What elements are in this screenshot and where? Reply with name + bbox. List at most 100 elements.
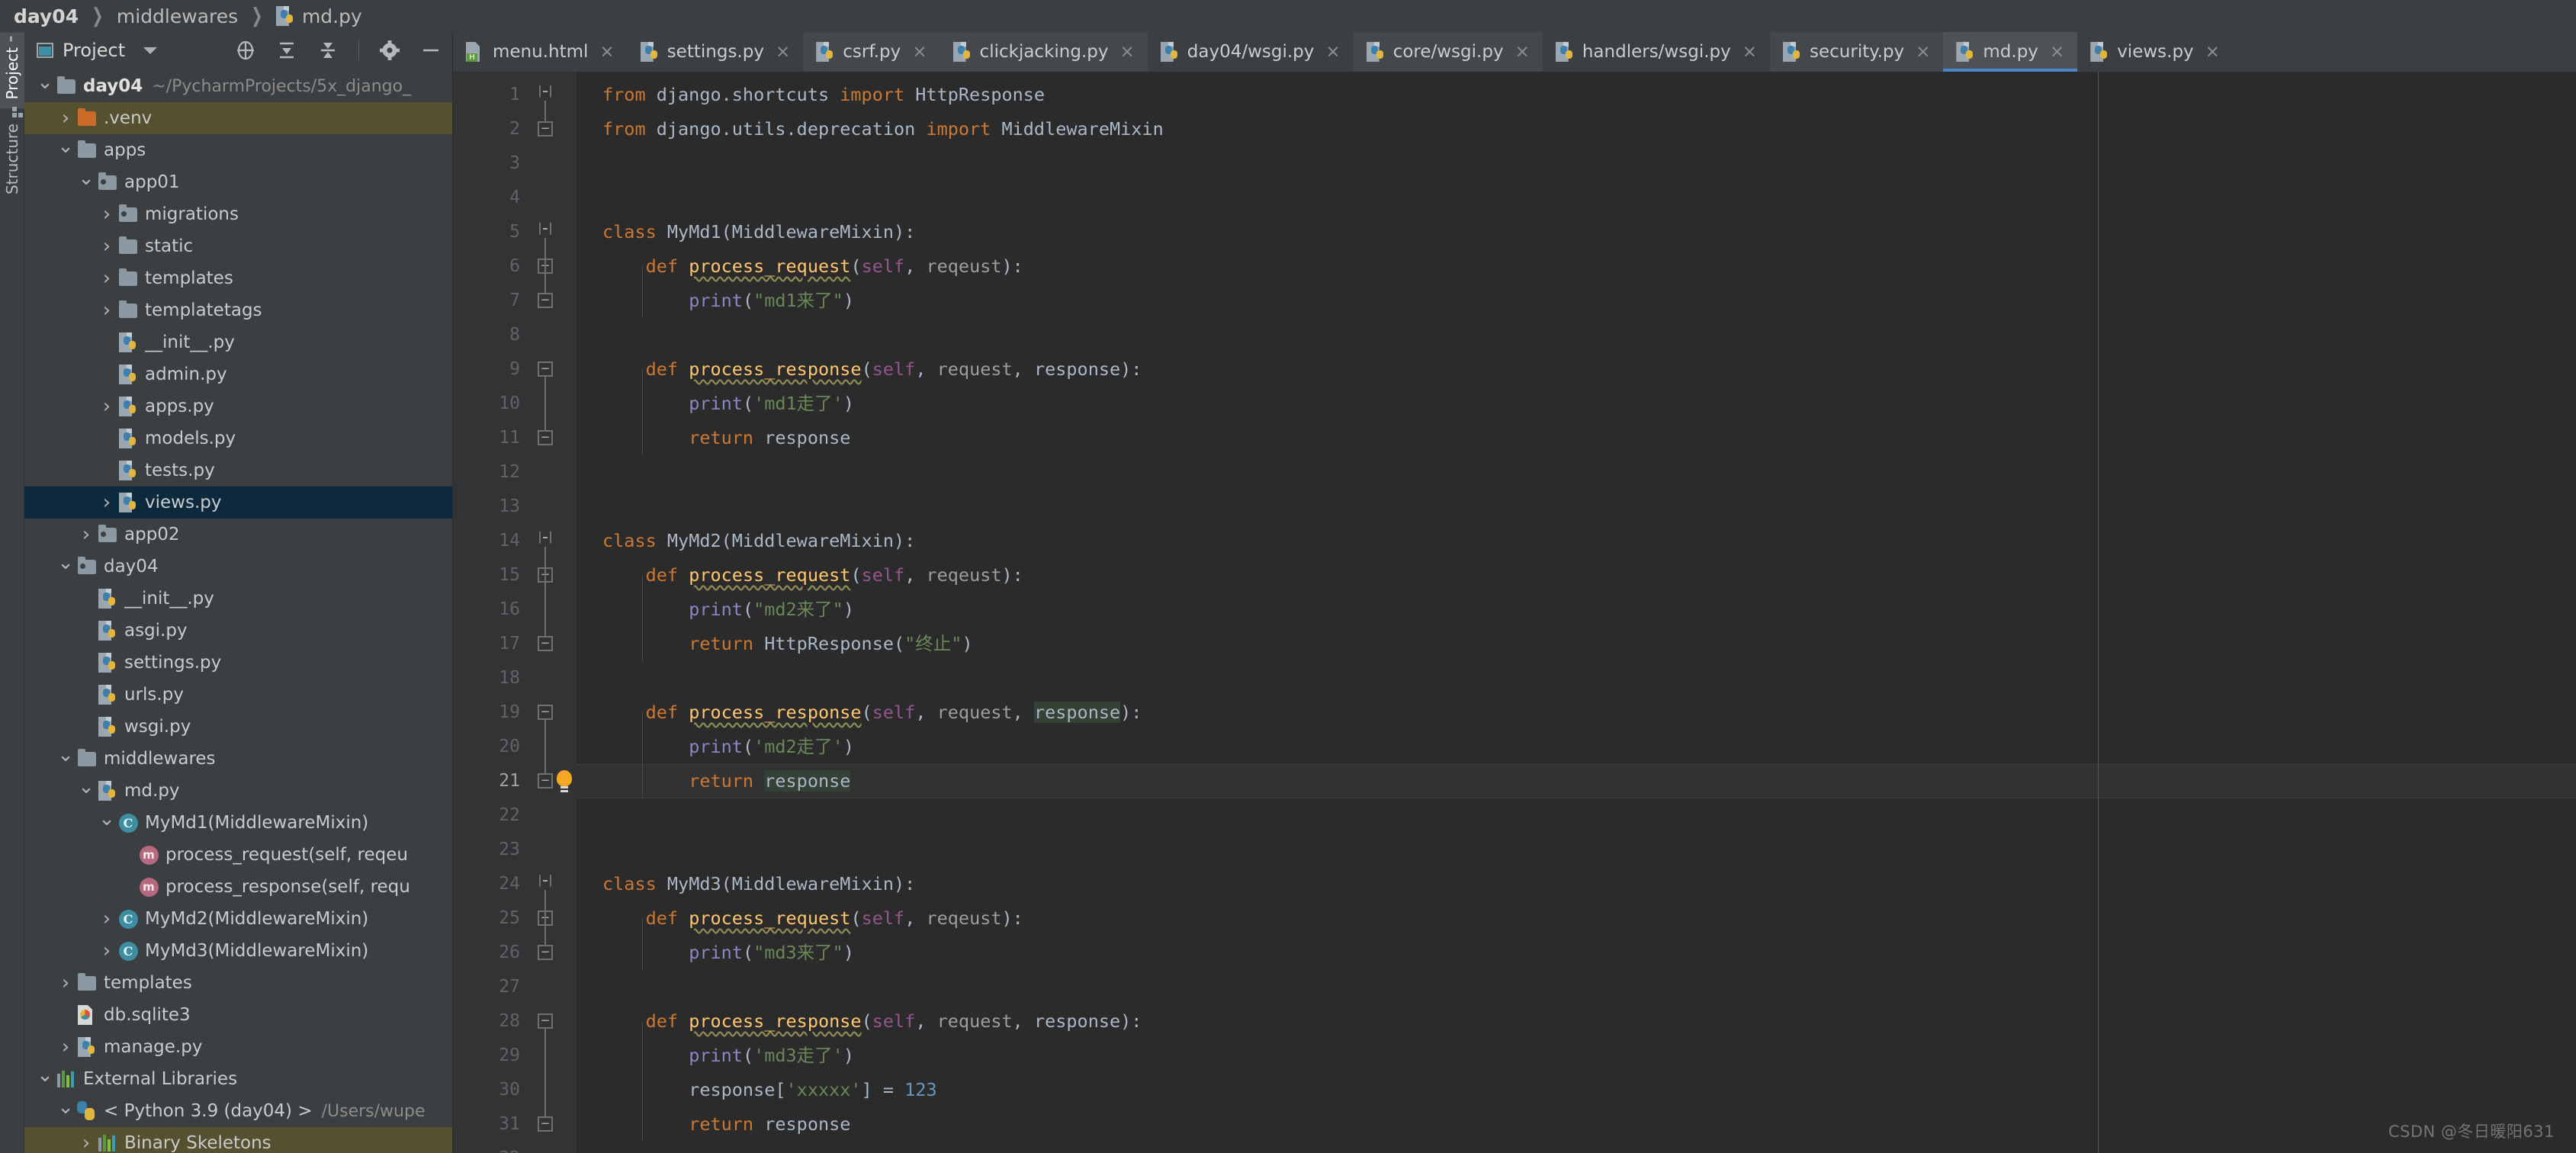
- tree-node-mymd1-middlewaremixin-[interactable]: ⌄CMyMd1(MiddlewareMixin): [24, 807, 452, 839]
- editor-tab-bar[interactable]: Hmenu.html×settings.py×csrf.py×clickjack…: [453, 32, 2576, 72]
- chevron-right-icon[interactable]: ›: [56, 1036, 75, 1058]
- close-icon[interactable]: ×: [1515, 42, 1530, 62]
- tree-node-apps.py[interactable]: ›apps.py: [24, 390, 452, 422]
- chevron-right-icon[interactable]: ›: [56, 972, 75, 994]
- close-icon[interactable]: ×: [1119, 42, 1134, 62]
- code-line[interactable]: [577, 798, 2576, 833]
- code-line[interactable]: print("md2来了"): [577, 593, 2576, 627]
- editor-tab-md.py[interactable]: md.py×: [1943, 32, 2077, 72]
- close-icon[interactable]: ×: [912, 42, 927, 62]
- tree-node-app02[interactable]: ›app02: [24, 519, 452, 551]
- code-content[interactable]: from django.shortcuts import HttpRespons…: [577, 72, 2576, 1153]
- fold-minus-icon[interactable]: −: [538, 773, 553, 788]
- chevron-right-icon[interactable]: ›: [97, 203, 117, 226]
- code-line[interactable]: class MyMd3(MiddlewareMixin):: [577, 867, 2576, 901]
- code-line[interactable]: print('md1走了'): [577, 387, 2576, 421]
- code-line[interactable]: return response: [577, 421, 2576, 455]
- project-tree[interactable]: ⌄day04~/PycharmProjects/5x_django_›.venv…: [24, 69, 452, 1153]
- code-line[interactable]: [577, 181, 2576, 215]
- code-line[interactable]: [577, 970, 2576, 1004]
- code-line[interactable]: class MyMd2(MiddlewareMixin):: [577, 524, 2576, 558]
- chevron-down-icon[interactable]: ⌄: [56, 559, 75, 574]
- editor-tab-csrf.py[interactable]: csrf.py×: [803, 32, 940, 72]
- editor-tab-security.py[interactable]: security.py×: [1770, 32, 1943, 72]
- tree-node-process_response-self--requ[interactable]: mprocess_response(self, requ: [24, 871, 452, 903]
- close-icon[interactable]: ×: [776, 42, 790, 62]
- code-line[interactable]: from django.shortcuts import HttpRespons…: [577, 78, 2576, 112]
- editor-tab-settings.py[interactable]: settings.py×: [628, 32, 804, 72]
- fold-minus-icon[interactable]: −: [538, 1013, 553, 1029]
- code-line[interactable]: print('md2走了'): [577, 730, 2576, 764]
- chevron-right-icon[interactable]: ›: [56, 107, 75, 130]
- chevron-right-icon[interactable]: ›: [97, 267, 117, 290]
- project-selector[interactable]: Project: [37, 40, 157, 61]
- breadcrumb-item-md-py[interactable]: md.py: [276, 5, 362, 27]
- fold-region-start-icon[interactable]: [538, 224, 553, 239]
- chevron-down-icon[interactable]: ⌄: [35, 1071, 55, 1087]
- chevron-down-icon[interactable]: [143, 47, 157, 54]
- tree-node-wsgi.py[interactable]: wsgi.py: [24, 711, 452, 743]
- tree-node-mymd2-middlewaremixin-[interactable]: ›CMyMd2(MiddlewareMixin): [24, 903, 452, 935]
- fold-minus-icon[interactable]: −: [538, 121, 553, 136]
- chevron-down-icon[interactable]: ⌄: [56, 1103, 75, 1119]
- chevron-down-icon[interactable]: ⌄: [56, 751, 75, 766]
- chevron-down-icon[interactable]: ⌄: [97, 815, 117, 830]
- tree-node-__init__.py[interactable]: __init__.py: [24, 583, 452, 615]
- fold-minus-icon[interactable]: −: [538, 636, 553, 651]
- chevron-right-icon[interactable]: ›: [76, 523, 96, 546]
- tree-node-static[interactable]: ›static: [24, 230, 452, 262]
- code-line[interactable]: [577, 833, 2576, 867]
- tree-node-day04[interactable]: ⌄day04: [24, 551, 452, 583]
- tree-node-apps[interactable]: ⌄apps: [24, 134, 452, 166]
- code-line[interactable]: print("md3来了"): [577, 936, 2576, 970]
- editor-tab-views.py[interactable]: views.py×: [2077, 32, 2233, 72]
- fold-minus-icon[interactable]: −: [538, 945, 553, 960]
- tree-node-templates[interactable]: ›templates: [24, 967, 452, 999]
- chevron-down-icon[interactable]: ⌄: [56, 143, 75, 158]
- chevron-right-icon[interactable]: ›: [97, 235, 117, 258]
- editor-tab-handlers-wsgi.py[interactable]: handlers/wsgi.py×: [1543, 32, 1770, 72]
- code-line[interactable]: def process_response(self, request, resp…: [577, 695, 2576, 730]
- chevron-right-icon[interactable]: ›: [97, 491, 117, 514]
- tree-node-app01[interactable]: ⌄app01: [24, 166, 452, 198]
- code-line[interactable]: def process_response(self, request, resp…: [577, 352, 2576, 387]
- code-line[interactable]: from django.utils.deprecation import Mid…: [577, 112, 2576, 146]
- editor-tab-clickjacking.py[interactable]: clickjacking.py×: [940, 32, 1148, 72]
- tree-node---python-3.9--day04---[interactable]: ⌄< Python 3.9 (day04) >/Users/wupe: [24, 1095, 452, 1127]
- fold-region-start-icon[interactable]: [538, 533, 553, 548]
- fold-region-start-icon[interactable]: [538, 876, 553, 891]
- fold-minus-icon[interactable]: −: [538, 361, 553, 377]
- tree-node-templates[interactable]: ›templates: [24, 262, 452, 294]
- chevron-down-icon[interactable]: ⌄: [76, 783, 96, 798]
- fold-region-start-icon[interactable]: [538, 87, 553, 102]
- fold-minus-icon[interactable]: −: [538, 430, 553, 445]
- editor-tab-day04-wsgi.py[interactable]: day04/wsgi.py×: [1148, 32, 1354, 72]
- tree-node-md.py[interactable]: ⌄md.py: [24, 775, 452, 807]
- close-icon[interactable]: ×: [2205, 42, 2220, 62]
- code-line[interactable]: [577, 661, 2576, 695]
- tree-node-day04[interactable]: ⌄day04~/PycharmProjects/5x_django_: [24, 70, 452, 102]
- tree-node-views.py[interactable]: ›views.py: [24, 487, 452, 519]
- chevron-right-icon[interactable]: ›: [97, 395, 117, 418]
- code-line[interactable]: [577, 1142, 2576, 1153]
- close-icon[interactable]: ×: [1325, 42, 1340, 62]
- expand-all-icon[interactable]: [276, 40, 297, 61]
- editor-tab-core-wsgi.py[interactable]: core/wsgi.py×: [1354, 32, 1543, 72]
- close-icon[interactable]: ×: [599, 42, 614, 62]
- tree-node-settings.py[interactable]: settings.py: [24, 647, 452, 679]
- gear-icon[interactable]: [379, 40, 400, 61]
- chevron-down-icon[interactable]: ⌄: [76, 175, 96, 190]
- code-line[interactable]: def process_response(self, request, resp…: [577, 1004, 2576, 1039]
- locate-icon[interactable]: [235, 40, 256, 61]
- tree-node-migrations[interactable]: ›migrations: [24, 198, 452, 230]
- close-icon[interactable]: ×: [2050, 42, 2064, 62]
- close-icon[interactable]: ×: [1742, 42, 1757, 62]
- code-line[interactable]: def process_request(self, reqeust):: [577, 901, 2576, 936]
- tree-node-mymd3-middlewaremixin-[interactable]: ›CMyMd3(MiddlewareMixin): [24, 935, 452, 967]
- tree-node-templatetags[interactable]: ›templatetags: [24, 294, 452, 326]
- chevron-right-icon[interactable]: ›: [97, 939, 117, 962]
- tool-window-tab-project[interactable]: Project: [0, 32, 24, 108]
- tree-node-process_request-self--reqeu[interactable]: mprocess_request(self, reqeu: [24, 839, 452, 871]
- tree-node-asgi.py[interactable]: asgi.py: [24, 615, 452, 647]
- code-line[interactable]: class MyMd1(MiddlewareMixin):: [577, 215, 2576, 249]
